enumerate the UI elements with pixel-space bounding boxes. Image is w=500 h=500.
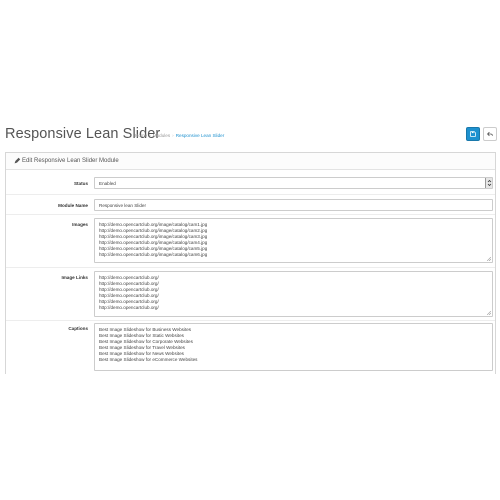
module-name-value: Responsive lean Slider — [99, 203, 146, 208]
save-button[interactable] — [466, 127, 480, 141]
images-label: Images — [72, 222, 88, 227]
images-textarea[interactable]: http://demo.opencartclub.org/image/catal… — [94, 218, 493, 263]
breadcrumb: Home › Modules › Responsive Lean Slider — [135, 133, 224, 138]
resize-handle-icon[interactable] — [487, 311, 491, 315]
image-links-label: Image Links — [61, 275, 88, 280]
status-select[interactable]: Enabled — [94, 177, 493, 189]
breadcrumb-separator: › — [172, 133, 174, 138]
pencil-icon — [14, 157, 21, 164]
images-line: http://demo.opencartclub.org/image/catal… — [99, 252, 208, 258]
captions-line: Best Image Slideshow for eCommerce Websi… — [99, 357, 198, 363]
status-row: Status Enabled — [6, 171, 495, 195]
page-header: Responsive Lean Slider Home › Modules › Resp… — [0, 122, 500, 148]
save-icon — [470, 131, 476, 137]
panel-heading: Edit Responsive Lean Slider Module — [6, 153, 495, 170]
module-name-input[interactable]: Responsive lean Slider — [94, 199, 493, 211]
module-name-row: Module Name Responsive lean Slider — [6, 195, 495, 215]
module-name-label: Module Name — [58, 203, 88, 208]
resize-handle-icon[interactable] — [487, 257, 491, 261]
captions-textarea[interactable]: Best Image Slideshow for Business Websit… — [94, 323, 493, 371]
reply-icon — [487, 131, 493, 137]
breadcrumb-current[interactable]: Responsive Lean Slider — [176, 133, 225, 138]
breadcrumb-separator: › — [149, 133, 151, 138]
captions-row: Captions Best Image Slideshow for Busine… — [6, 321, 495, 375]
captions-label: Captions — [68, 326, 88, 331]
breadcrumb-modules[interactable]: Modules — [153, 133, 170, 138]
images-row: Images http://demo.opencartclub.org/imag… — [6, 215, 495, 268]
chevron-down-icon — [485, 178, 492, 188]
image-links-line: http://demo.opencartclub.org/ — [99, 305, 159, 311]
panel-title: Edit Responsive Lean Slider Module — [22, 158, 119, 164]
image-links-row: Image Links http://demo.opencartclub.org… — [6, 268, 495, 321]
status-label: Status — [73, 181, 88, 186]
breadcrumb-home[interactable]: Home — [135, 133, 147, 138]
back-button[interactable] — [483, 127, 497, 141]
status-value: Enabled — [99, 181, 116, 186]
module-panel: Edit Responsive Lean Slider Module Statu… — [5, 152, 496, 374]
image-links-textarea[interactable]: http://demo.opencartclub.org/ http://dem… — [94, 271, 493, 317]
